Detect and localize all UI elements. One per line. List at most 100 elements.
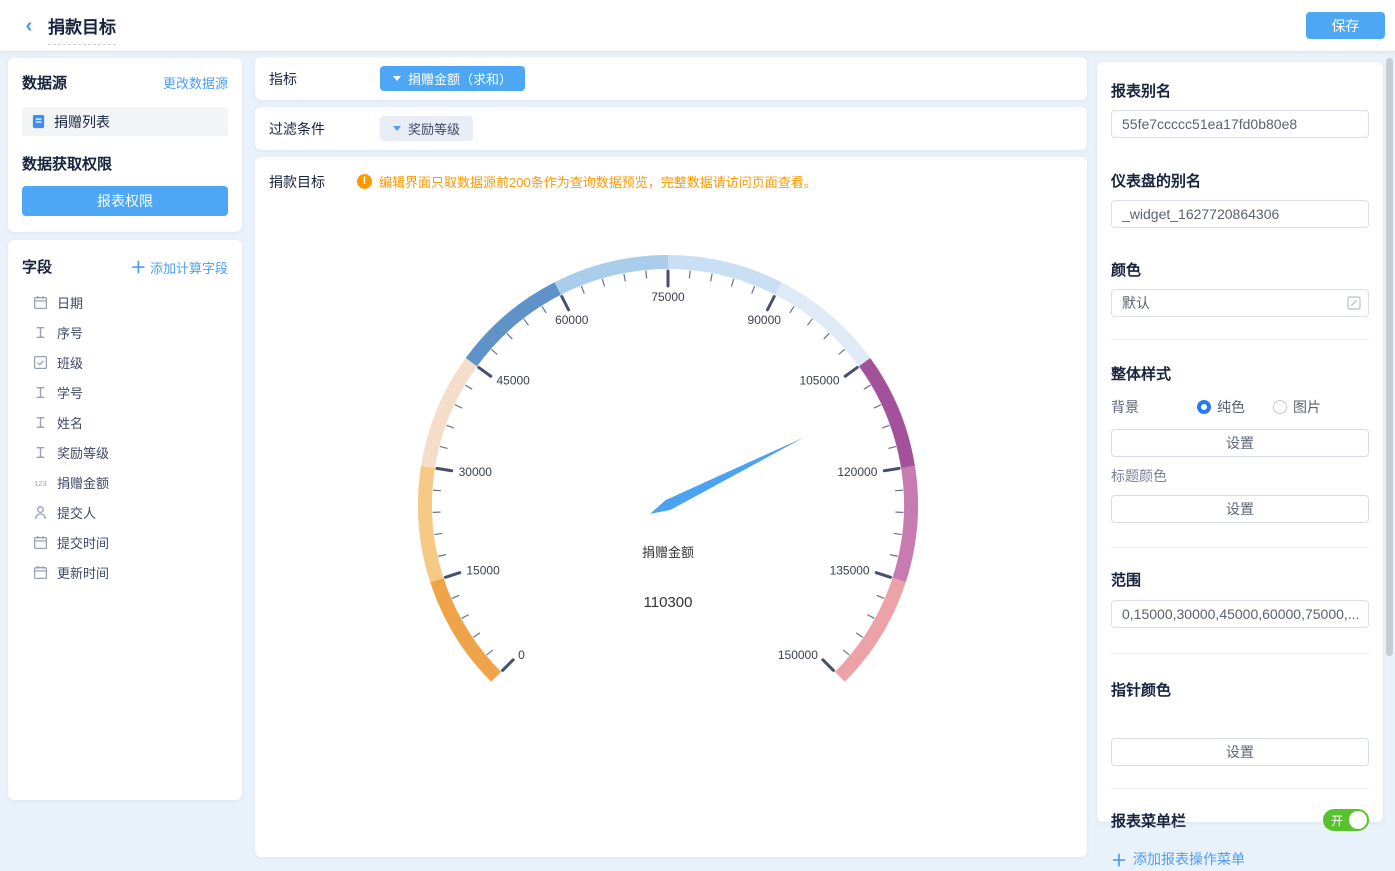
plus-icon: ＋ (1111, 847, 1127, 871)
scrollbar-thumb[interactable] (1386, 58, 1393, 656)
top-header: ‹ 捐款目标 保存 (0, 0, 1395, 51)
color-input[interactable] (1111, 289, 1369, 317)
calendar-icon (33, 295, 48, 310)
chevron-down-icon (393, 126, 401, 131)
range-input[interactable] (1111, 600, 1369, 628)
settings-panel: 报表别名 仪表盘的别名 颜色 整体样式 背景 纯色 图片 设置 标题颜色 设置 … (1097, 62, 1383, 822)
filter-label: 过滤条件 (269, 119, 380, 139)
fields-card: 字段 ＋ 添加计算字段 日期序号班级学号姓名奖励等级 123 捐赠金额提交人提交时间… (8, 240, 242, 800)
field-label: 日期 (57, 293, 83, 312)
svg-text:135000: 135000 (830, 564, 870, 578)
svg-text:123: 123 (34, 478, 47, 487)
save-button[interactable]: 保存 (1306, 12, 1385, 39)
add-report-menu-link[interactable]: ＋ 添加报表操作菜单 (1111, 847, 1369, 871)
report-menu-toggle[interactable]: 开 (1323, 809, 1369, 831)
svg-text:30000: 30000 (459, 465, 493, 479)
pointer-color-set-button[interactable]: 设置 (1111, 738, 1369, 766)
field-label: 捐赠金额 (57, 473, 109, 492)
datasource-title: 数据源 (22, 72, 67, 93)
text-icon (33, 415, 48, 430)
svg-text:60000: 60000 (555, 313, 589, 327)
datasource-item[interactable]: 捐赠列表 (22, 107, 228, 136)
widget-alias-label: 仪表盘的别名 (1111, 170, 1369, 191)
toggle-knob (1349, 811, 1367, 829)
radio-image[interactable]: 图片 (1273, 397, 1321, 417)
field-item[interactable]: 奖励等级 (22, 437, 228, 467)
radio-solid-color[interactable]: 纯色 (1197, 397, 1245, 417)
plus-icon: ＋ (130, 260, 146, 277)
field-label: 提交人 (57, 503, 96, 522)
datasource-name: 捐赠列表 (54, 112, 110, 132)
svg-text:120000: 120000 (837, 465, 877, 479)
metric-label: 指标 (269, 69, 380, 89)
text-icon (33, 325, 48, 340)
overall-style-title: 整体样式 (1111, 363, 1369, 384)
svg-text:45000: 45000 (496, 373, 530, 387)
color-label: 颜色 (1111, 259, 1369, 280)
title-color-label: 标题颜色 (1111, 466, 1369, 486)
svg-text:0: 0 (518, 648, 525, 662)
calendar-icon (33, 565, 48, 580)
text-icon (33, 385, 48, 400)
title-color-set-button[interactable]: 设置 (1111, 495, 1369, 523)
calendar-icon (33, 535, 48, 550)
change-datasource-link[interactable]: 更改数据源 (163, 73, 228, 92)
field-label: 姓名 (57, 413, 83, 432)
add-calc-field-link[interactable]: ＋ 添加计算字段 (130, 254, 228, 278)
field-label: 序号 (57, 323, 83, 342)
field-item[interactable]: 日期 (22, 287, 228, 317)
svg-text:150000: 150000 (778, 648, 818, 662)
back-button[interactable]: ‹ (16, 13, 42, 39)
field-item[interactable]: 提交时间 (22, 527, 228, 557)
field-item[interactable]: 提交人 (22, 497, 228, 527)
field-list: 日期序号班级学号姓名奖励等级 123 捐赠金额提交人提交时间更新时间 (22, 287, 228, 587)
divider (1111, 339, 1369, 340)
background-label: 背景 (1111, 397, 1197, 417)
metric-pill[interactable]: 捐赠金额（求和） (380, 66, 525, 91)
svg-text:捐赠金额: 捐赠金额 (642, 545, 694, 560)
chevron-down-icon (393, 76, 401, 81)
datasource-card: 数据源 更改数据源 捐赠列表 数据获取权限 报表权限 (8, 58, 242, 232)
widget-alias-input[interactable] (1111, 200, 1369, 228)
field-label: 班级 (57, 353, 83, 372)
number-icon: 123 (33, 475, 48, 490)
report-permission-button[interactable]: 报表权限 (22, 186, 228, 216)
field-item[interactable]: 班级 (22, 347, 228, 377)
pointer-color-label: 指针颜色 (1111, 679, 1369, 700)
report-menu-label: 报表菜单栏 (1111, 810, 1186, 831)
select-icon (33, 355, 48, 370)
field-label: 更新时间 (57, 563, 109, 582)
radio-on-icon (1197, 400, 1211, 414)
field-item[interactable]: 123 捐赠金额 (22, 467, 228, 497)
field-item[interactable]: 序号 (22, 317, 228, 347)
background-set-button[interactable]: 设置 (1111, 429, 1369, 457)
text-icon (33, 445, 48, 460)
metric-card: 指标 捐赠金额（求和） (255, 57, 1087, 100)
radio-off-icon (1273, 400, 1287, 414)
divider (1111, 788, 1369, 789)
document-icon (31, 114, 46, 129)
svg-text:15000: 15000 (466, 564, 500, 578)
report-alias-label: 报表别名 (1111, 80, 1369, 101)
field-item[interactable]: 学号 (22, 377, 228, 407)
filter-pill[interactable]: 奖励等级 (380, 116, 473, 141)
field-item[interactable]: 更新时间 (22, 557, 228, 587)
chart-card: 捐款目标 ! 编辑界面只取数据源前200条作为查询数据预览，完整数据请访问页面查… (255, 157, 1087, 857)
svg-text:90000: 90000 (748, 313, 782, 327)
report-alias-input[interactable] (1111, 110, 1369, 138)
field-label: 奖励等级 (57, 443, 109, 462)
fields-title: 字段 (22, 256, 52, 277)
svg-text:110300: 110300 (644, 594, 693, 611)
field-item[interactable]: 姓名 (22, 407, 228, 437)
range-label: 范围 (1111, 569, 1369, 590)
field-label: 提交时间 (57, 533, 109, 552)
page-title: 捐款目标 (48, 13, 116, 45)
svg-text:105000: 105000 (799, 373, 839, 387)
svg-text:75000: 75000 (651, 290, 685, 304)
gauge-chart: 0 15000 30000 45000 60000 75000 90000 105000 120… (255, 157, 1087, 791)
field-label: 学号 (57, 383, 83, 402)
edit-icon[interactable] (1347, 296, 1361, 310)
person-icon (33, 505, 48, 520)
permission-title: 数据获取权限 (22, 153, 228, 174)
divider (1111, 653, 1369, 654)
